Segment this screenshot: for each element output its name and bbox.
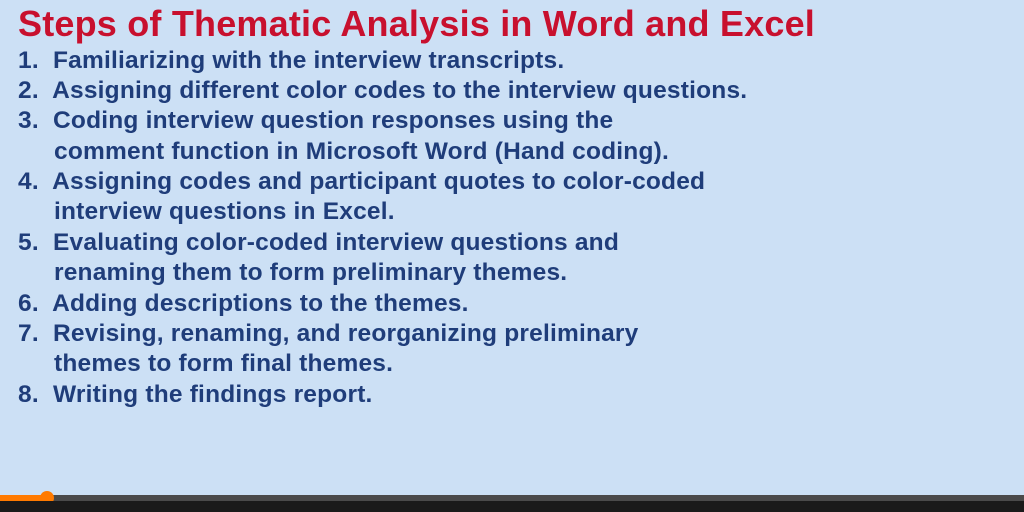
step-number: 5. bbox=[18, 228, 46, 258]
step-text: Writing the findings report. bbox=[53, 381, 373, 408]
step-text-cont: interview questions in Excel. bbox=[18, 197, 1006, 227]
step-number: 7. bbox=[18, 319, 46, 349]
slide-content: Steps of Thematic Analysis in Word and E… bbox=[0, 0, 1024, 410]
step-number: 2. bbox=[18, 76, 46, 106]
step-6: 6. Adding descriptions to the themes. bbox=[18, 289, 1006, 319]
step-text-cont: comment function in Microsoft Word (Hand… bbox=[18, 137, 1006, 167]
step-number: 6. bbox=[18, 289, 46, 319]
step-1: 1. Familiarizing with the interview tran… bbox=[18, 46, 1006, 76]
step-2: 2. Assigning different color codes to th… bbox=[18, 76, 1006, 106]
step-number: 3. bbox=[18, 106, 46, 136]
step-number: 8. bbox=[18, 380, 46, 410]
step-number: 1. bbox=[18, 46, 46, 76]
step-4: 4. Assigning codes and participant quote… bbox=[18, 167, 1006, 228]
step-text: Adding descriptions to the themes. bbox=[52, 290, 469, 317]
step-text: Coding interview question responses usin… bbox=[53, 107, 613, 134]
step-text-cont: themes to form final themes. bbox=[18, 349, 1006, 379]
step-text: Assigning different color codes to the i… bbox=[52, 77, 747, 104]
step-text: Revising, renaming, and reorganizing pre… bbox=[53, 320, 638, 347]
step-text-cont: renaming them to form preliminary themes… bbox=[18, 258, 1006, 288]
step-number: 4. bbox=[18, 167, 46, 197]
video-controls-strip bbox=[0, 501, 1024, 512]
step-5: 5. Evaluating color-coded interview ques… bbox=[18, 228, 1006, 289]
step-3: 3. Coding interview question responses u… bbox=[18, 106, 1006, 167]
step-text: Familiarizing with the interview transcr… bbox=[53, 47, 564, 74]
step-text: Assigning codes and participant quotes t… bbox=[52, 168, 705, 195]
slide-title: Steps of Thematic Analysis in Word and E… bbox=[18, 4, 1006, 44]
step-7: 7. Revising, renaming, and reorganizing … bbox=[18, 319, 1006, 380]
step-text: Evaluating color-coded interview questio… bbox=[53, 229, 619, 256]
step-8: 8. Writing the findings report. bbox=[18, 380, 1006, 410]
